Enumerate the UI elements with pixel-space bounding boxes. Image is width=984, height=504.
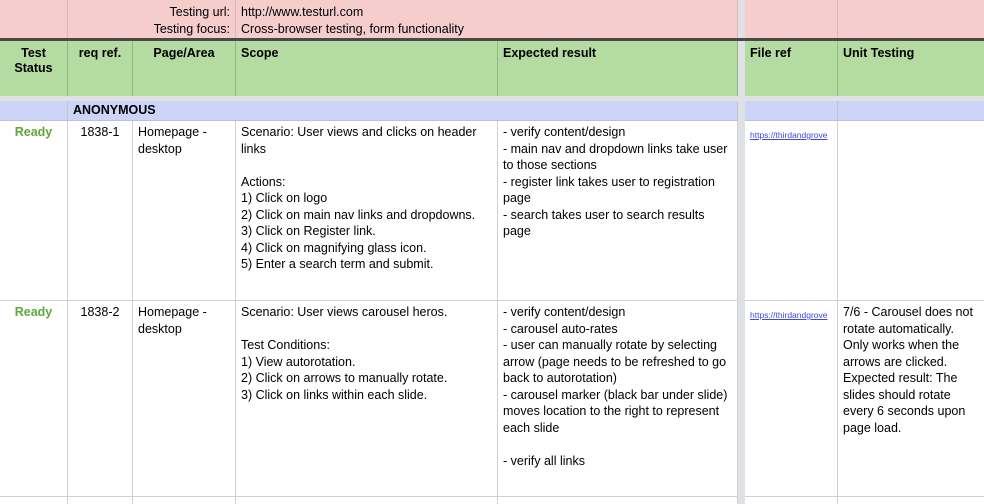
cell-req-ref[interactable]: 1838-1 bbox=[68, 121, 133, 301]
column-header-scope[interactable]: Scope bbox=[236, 41, 498, 96]
status-badge: Ready bbox=[14, 305, 53, 319]
cell-unit-testing[interactable] bbox=[838, 121, 984, 301]
req-ref-value: 1838-2 bbox=[80, 305, 120, 319]
frozen-pane-gutter-band bbox=[738, 0, 745, 38]
table-row-partial[interactable] bbox=[498, 497, 738, 504]
scope-value: Scenario: User views and clicks on heade… bbox=[241, 125, 477, 271]
file-ref-link[interactable]: https://thirdandgrove bbox=[750, 310, 828, 320]
testing-url-value[interactable]: http://www.testurl.com bbox=[241, 4, 363, 21]
column-header-page-area-label: Page/Area bbox=[153, 46, 215, 60]
column-header-req-ref-label: req ref. bbox=[78, 46, 122, 60]
info-band-unit-testing-spacer bbox=[838, 0, 984, 38]
testing-focus-value[interactable]: Cross-browser testing, form functionalit… bbox=[241, 21, 464, 38]
column-header-expected-result-label: Expected result bbox=[503, 46, 597, 60]
scope-value: Scenario: User views carousel heros. Tes… bbox=[241, 305, 448, 402]
column-header-scope-label: Scope bbox=[241, 46, 279, 60]
table-row-partial[interactable] bbox=[0, 497, 68, 504]
cell-file-ref[interactable]: https://thirdandgrove bbox=[745, 301, 838, 497]
cell-req-ref[interactable]: 1838-2 bbox=[68, 301, 133, 497]
table-row[interactable]: Ready bbox=[0, 301, 68, 497]
frozen-pane-gutter-header bbox=[738, 41, 745, 96]
column-header-page-area[interactable]: Page/Area bbox=[133, 41, 236, 96]
cell-scope[interactable]: Scenario: User views carousel heros. Tes… bbox=[236, 301, 498, 497]
section-row-label: ANONYMOUS bbox=[73, 103, 156, 117]
testing-focus-label: Testing focus: bbox=[153, 21, 230, 36]
section-row-anonymous[interactable]: ANONYMOUS bbox=[68, 101, 738, 121]
table-row[interactable]: Ready bbox=[0, 121, 68, 301]
column-header-test-status-label: Test Status bbox=[14, 46, 53, 75]
column-header-test-status[interactable]: Test Status bbox=[0, 41, 68, 96]
page-area-value: Homepage - desktop bbox=[138, 305, 211, 336]
testing-url-label: Testing url: bbox=[169, 5, 230, 19]
page-area-value: Homepage - desktop bbox=[138, 125, 211, 156]
cell-page-area[interactable]: Homepage - desktop bbox=[133, 121, 236, 301]
cell-expected-result[interactable]: - verify content/design - carousel auto-… bbox=[498, 301, 738, 497]
frozen-pane-gutter-section bbox=[738, 101, 745, 121]
unit-testing-value: 7/6 - Carousel does not rotate automatic… bbox=[843, 305, 977, 435]
section-row-status-cell[interactable] bbox=[0, 101, 68, 121]
column-header-file-ref[interactable]: File ref bbox=[745, 41, 838, 96]
section-row-unit-testing-cell[interactable] bbox=[838, 101, 984, 121]
req-ref-value: 1838-1 bbox=[80, 125, 120, 139]
expected-result-value: - verify content/design - main nav and d… bbox=[503, 125, 728, 238]
cell-expected-result[interactable]: - verify content/design - main nav and d… bbox=[498, 121, 738, 301]
info-band-labels: Testing url: Testing focus: bbox=[68, 0, 236, 38]
expected-result-value: - verify content/design - carousel auto-… bbox=[503, 305, 728, 468]
table-row-partial[interactable] bbox=[133, 497, 236, 504]
column-header-expected-result[interactable]: Expected result bbox=[498, 41, 738, 96]
table-row-partial[interactable] bbox=[838, 497, 984, 504]
file-ref-link[interactable]: https://thirdandgrove bbox=[750, 130, 828, 140]
section-row-file-ref-cell[interactable] bbox=[745, 101, 838, 121]
info-band-values: http://www.testurl.com Cross-browser tes… bbox=[236, 0, 738, 38]
test-plan-spreadsheet: Testing url: Testing focus: http://www.t… bbox=[0, 0, 984, 504]
table-row-partial[interactable] bbox=[236, 497, 498, 504]
info-band-file-ref-spacer bbox=[745, 0, 838, 38]
table-row-partial[interactable] bbox=[745, 497, 838, 504]
frozen-pane-gutter-row-3 bbox=[738, 497, 745, 504]
column-header-unit-testing[interactable]: Unit Testing bbox=[838, 41, 984, 96]
status-badge: Ready bbox=[14, 125, 53, 139]
column-header-req-ref[interactable]: req ref. bbox=[68, 41, 133, 96]
cell-scope[interactable]: Scenario: User views and clicks on heade… bbox=[236, 121, 498, 301]
cell-file-ref[interactable]: https://thirdandgrove bbox=[745, 121, 838, 301]
cell-unit-testing[interactable]: 7/6 - Carousel does not rotate automatic… bbox=[838, 301, 984, 497]
table-row-partial[interactable] bbox=[68, 497, 133, 504]
column-header-unit-testing-label: Unit Testing bbox=[843, 46, 915, 60]
column-header-file-ref-label: File ref bbox=[750, 46, 791, 60]
frozen-pane-gutter-row-2 bbox=[738, 301, 745, 497]
info-band-left-spacer bbox=[0, 0, 68, 38]
cell-page-area[interactable]: Homepage - desktop bbox=[133, 301, 236, 497]
frozen-pane-gutter-row-1 bbox=[738, 121, 745, 301]
